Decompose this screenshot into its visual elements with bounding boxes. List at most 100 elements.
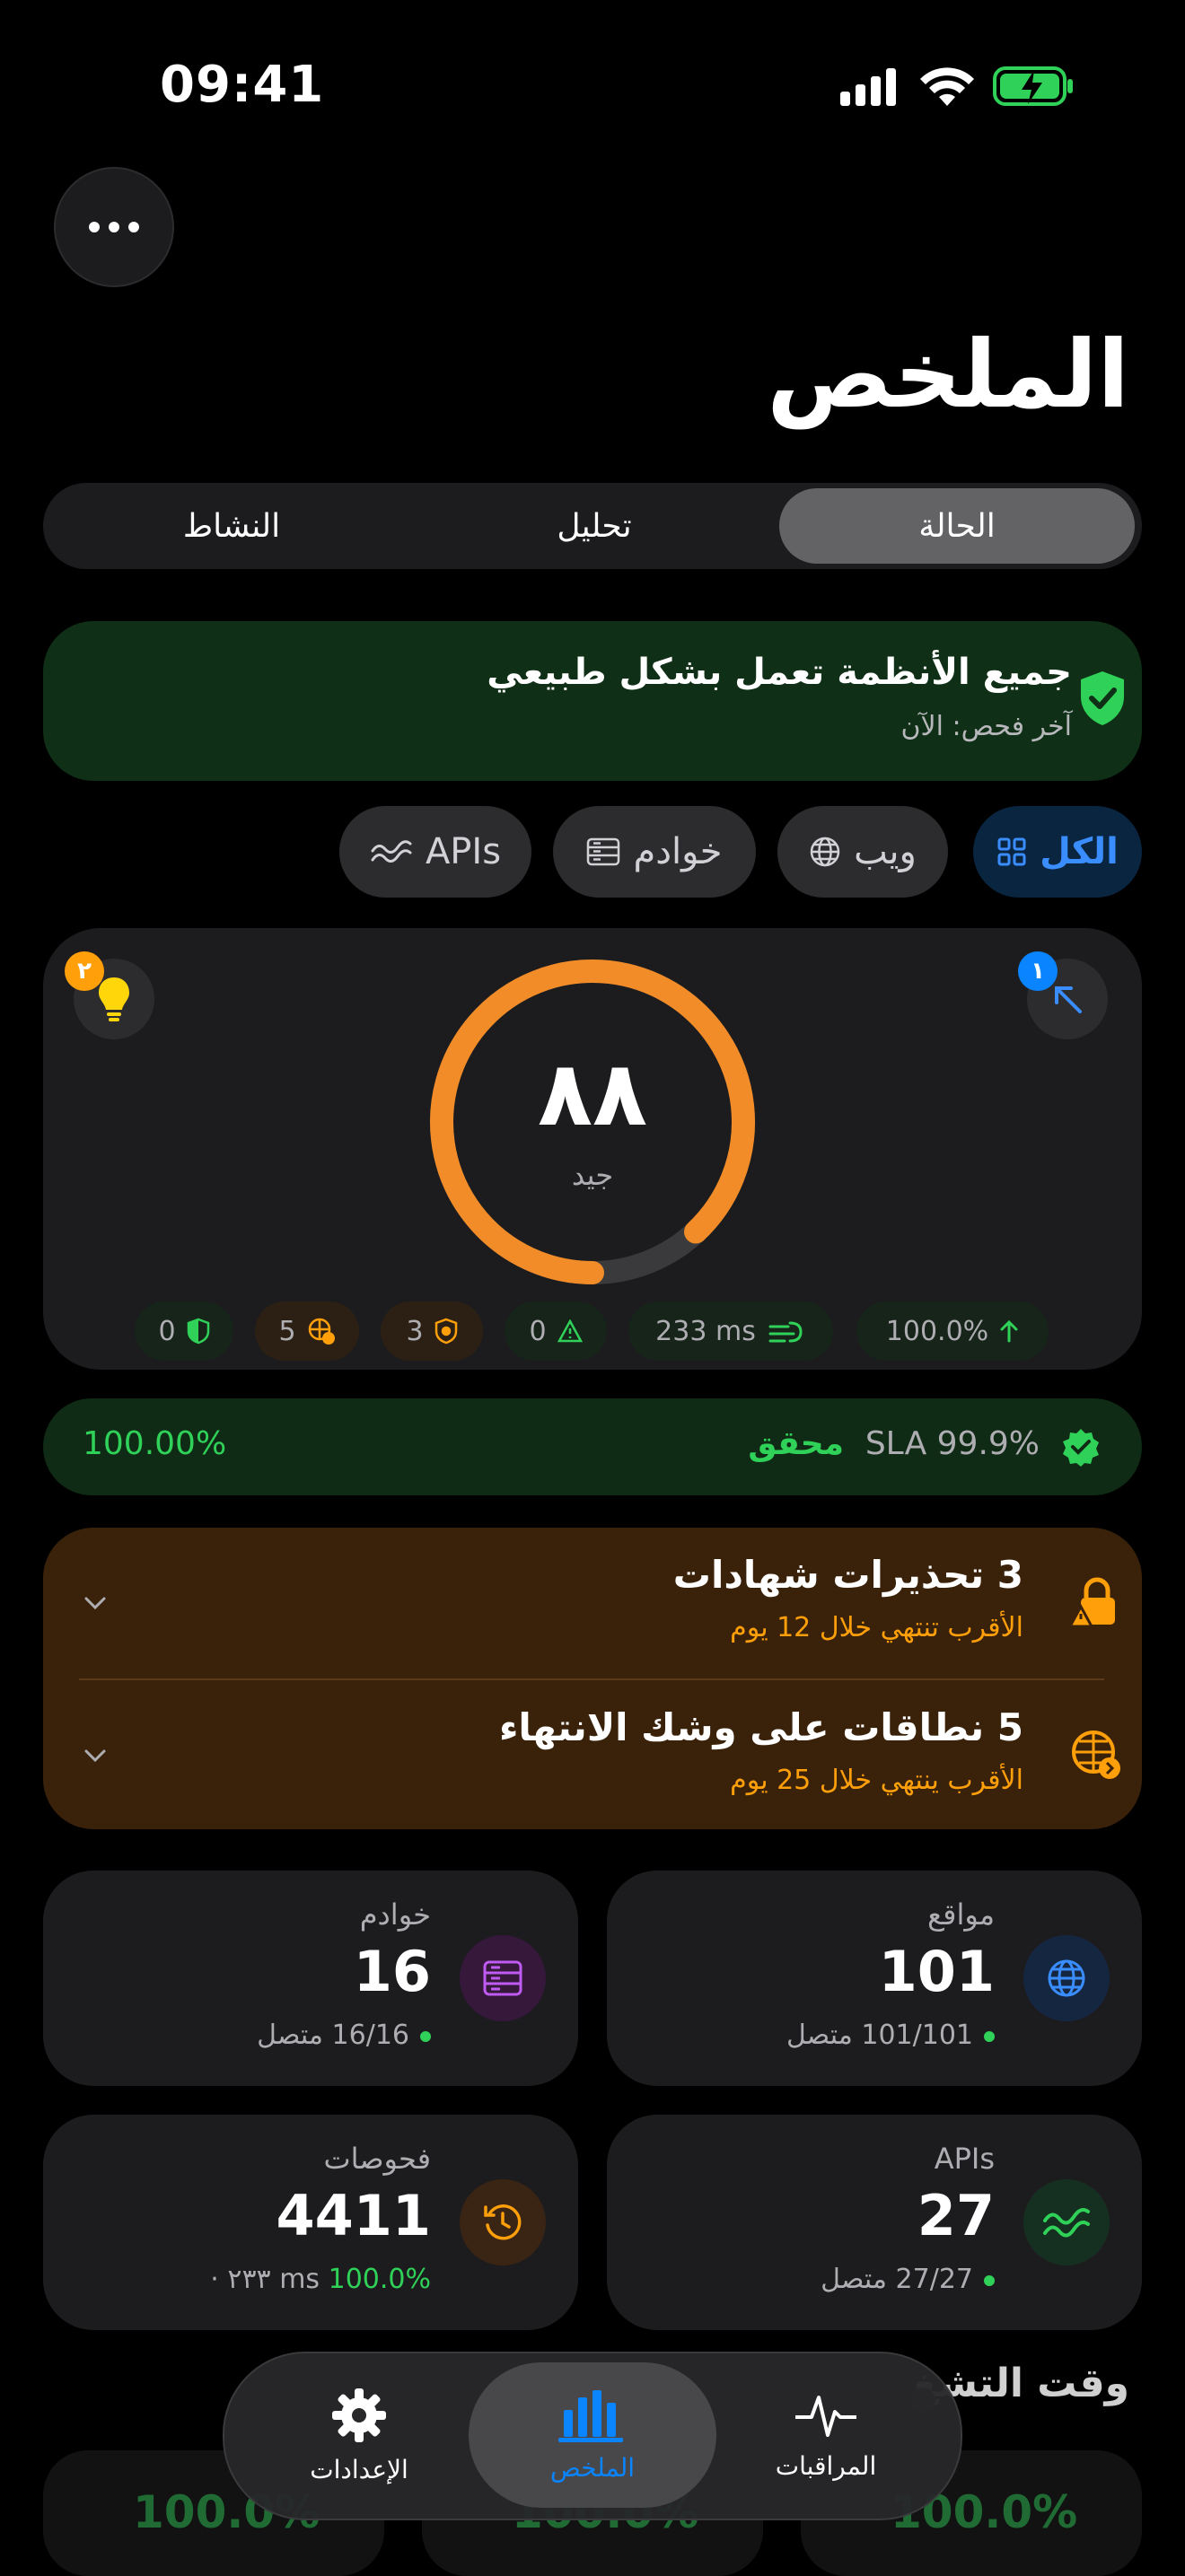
cert-warnings-pill: 3 [381,1301,483,1361]
status-banner [43,621,1142,781]
arrow-up-left-icon [1055,986,1082,1013]
chevron-down-icon[interactable] [83,1590,108,1616]
pulse-icon [795,2395,856,2437]
filter-all[interactable]: الكل [973,806,1142,898]
filter-label: الكل [1040,831,1119,872]
globe-expiry-icon [1072,1730,1120,1779]
pill-value: 233 ms [655,1315,756,1347]
stat-icon [1023,1935,1110,2021]
apis-card[interactable]: APIs 27 27/27 متصل [607,2115,1142,2330]
wifi-icon [920,67,974,106]
sla-label: SLA 99.9% [865,1425,1040,1462]
alert-triangle-icon [557,1319,583,1343]
verified-badge-icon [1063,1429,1099,1467]
uptime-pill: 100.0% [856,1301,1049,1361]
badge-shield-icon [434,1318,457,1345]
sites-card[interactable]: مواقع 101 101/101 متصل [607,1871,1142,2086]
lightbulb-icon [99,977,129,1021]
cert-warning-title: 3 تحذيرات شهادات [672,1553,1023,1597]
grid-icon [997,837,1026,866]
segment-activity[interactable]: النشاط [54,488,409,564]
incidents-pill: 0 [505,1301,607,1361]
checks-card[interactable]: فحوصات 4411 · ٢٣٣ ms 100.0% [43,2115,578,2330]
cert-warning-subtitle: الأقرب تنتهي خلال 12 يوم [730,1612,1023,1643]
globe-clock-icon [308,1318,335,1345]
banner-title: جميع الأنظمة تعمل بشكل طبيعي [487,652,1072,693]
banner-subtitle: آخر فحص: الآن [900,711,1072,742]
server-icon [483,1960,522,1996]
filter-label: ويب [854,831,917,872]
servers-card[interactable]: خوادم 16 16/16 متصل [43,1871,578,2086]
online-dot [984,2030,995,2042]
stat-sub-pct: 100.0% [328,2264,431,2295]
filter-servers[interactable]: خوادم [553,806,756,898]
stat-sub: 27/27 متصل [821,2264,995,2295]
filter-web[interactable]: ويب [777,806,948,898]
stat-label: فحوصات [323,2142,431,2176]
tips-count-badge: ٢ [65,951,104,991]
cellular-signal-icon [840,68,896,106]
security-pill: 0 [135,1301,233,1361]
dot [128,222,139,232]
history-icon [484,2204,522,2240]
pill-value: 0 [529,1315,547,1347]
tab-label: الإعدادات [310,2454,408,2484]
status-time: 09:41 [160,56,325,114]
server-icon [587,837,620,866]
stat-sub-text: 101/101 متصل [786,2020,973,2051]
arrow-up-icon [1000,1319,1018,1343]
battery-charging-icon [993,66,1073,106]
tab-monitors[interactable]: المراقبات [702,2362,950,2508]
score-label: جيد [571,1158,614,1192]
segmented-control: الحالة تحليل النشاط [43,483,1142,569]
chevron-down-icon[interactable] [83,1743,108,1768]
filter-apis[interactable]: APIs [339,806,531,898]
stat-sub-text: 16/16 متصل [257,2020,409,2051]
more-button[interactable] [54,167,174,287]
sla-value: 100.00% [83,1425,227,1462]
stat-value: 27 [917,2183,995,2248]
stat-sub-text: 27/27 متصل [821,2264,973,2295]
segment-status[interactable]: الحالة [779,488,1135,564]
tab-bar: المراقبات الملخص الإعدادات [223,2352,962,2520]
domain-warning-row[interactable] [43,1680,1142,1829]
sla-status: محقق [748,1425,844,1462]
cert-warning-row[interactable] [43,1528,1142,1678]
stat-icon [1023,2179,1110,2265]
online-dot [984,2274,995,2286]
api-wave-icon [1043,2208,1090,2238]
stat-sub: · ٢٣٣ ms 100.0% [210,2264,431,2295]
tab-summary[interactable]: الملخص [469,2362,716,2508]
chart-bars-icon [558,2389,623,2442]
domain-warning-subtitle: الأقرب ينتهي خلال 25 يوم [730,1765,1023,1796]
stat-sub: 16/16 متصل [257,2020,431,2051]
filter-label: خوادم [633,831,723,872]
gear-icon [332,2388,386,2442]
pill-value: 3 [406,1315,424,1347]
lock-warning-icon [1068,1577,1115,1628]
stat-sub-ms: · ٢٣٣ ms [210,2264,320,2295]
pill-value: 100.0% [885,1315,989,1347]
latency-pill: 233 ms [628,1301,833,1361]
stat-value: 16 [353,1939,431,2004]
tab-label: المراقبات [775,2450,877,2481]
tab-settings[interactable]: الإعدادات [235,2362,483,2508]
pill-value: 0 [158,1315,176,1347]
shield-check-icon [1081,671,1124,725]
speed-icon [768,1321,803,1343]
globe-icon [810,837,840,867]
filter-label: APIs [425,831,502,872]
dot [109,222,119,232]
online-dot [420,2030,431,2042]
alert-count-badge: ١ [1018,951,1058,991]
stat-label: خوادم [359,1897,431,1932]
stat-value: 101 [878,1939,995,2004]
stat-sub: 101/101 متصل [786,2020,995,2051]
segment-analysis[interactable]: تحليل [417,488,772,564]
globe-icon [1048,1959,1085,1997]
shield-half-icon [187,1318,209,1345]
status-icons [835,61,1077,111]
domains-pill: 5 [255,1301,359,1361]
domain-warning-title: 5 نطاقات على وشك الانتهاء [498,1705,1023,1749]
stat-label: APIs [934,2142,995,2176]
